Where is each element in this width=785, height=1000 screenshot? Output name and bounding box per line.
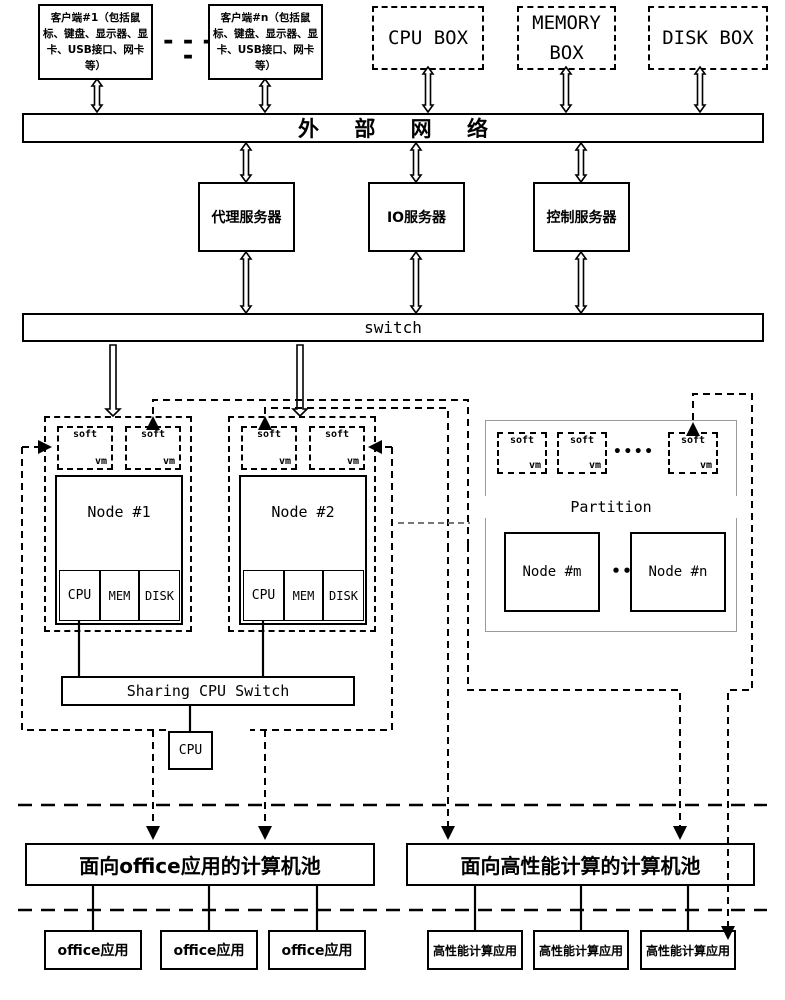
node-2-mem-label: MEM bbox=[292, 588, 315, 603]
node-n-label: Node #n bbox=[648, 564, 708, 580]
office-app-3: office应用 bbox=[268, 930, 366, 970]
node-2-vm-2-soft-label: soft bbox=[324, 429, 350, 440]
node-2-cpu-label: CPU bbox=[251, 588, 276, 603]
hpc-app-1: 高性能计算应用 bbox=[427, 930, 523, 970]
cpu-box-label: CPU BOX bbox=[387, 27, 469, 49]
sharing-cpu-switch: Sharing CPU Switch bbox=[61, 676, 355, 706]
hollow-arrows-switch bbox=[239, 250, 588, 315]
client-box-n: 客户端#n（包括鼠标、键盘、显示器、显卡、USB接口、网卡等） bbox=[208, 4, 323, 80]
proxy-server: 代理服务器 bbox=[198, 182, 295, 252]
node-1-vm-2-vm-label: vm bbox=[162, 456, 175, 467]
control-server-label: 控制服务器 bbox=[546, 210, 617, 226]
memory-box: MEMORY BOX bbox=[517, 6, 616, 70]
partition-label: Partition bbox=[570, 498, 652, 516]
node-1-vm-2-soft-label: soft bbox=[140, 429, 166, 440]
office-app-3-label: office应用 bbox=[281, 943, 353, 959]
shared-cpu-label: CPU bbox=[178, 743, 203, 758]
node-1-disk-label: DISK bbox=[145, 588, 174, 603]
partition-vm-2: soft vm bbox=[557, 432, 607, 474]
office-pool: 面向office应用的计算机池 bbox=[25, 843, 375, 886]
partition-vm-1: soft vm bbox=[497, 432, 547, 474]
external-network-bar: 外 部 网 络 bbox=[22, 113, 764, 143]
node-2-disk-label: DISK bbox=[329, 588, 358, 603]
disk-box: DISK BOX bbox=[648, 6, 768, 70]
hpc-app-2: 高性能计算应用 bbox=[533, 930, 629, 970]
partition-label-wrap: Partition bbox=[485, 496, 737, 518]
client-box-1: 客户端#1（包括鼠标、键盘、显示器、显卡、USB接口、网卡等） bbox=[38, 4, 153, 80]
hollow-arrows-servers bbox=[239, 141, 588, 184]
node-1-mem: MEM bbox=[100, 570, 139, 621]
node-1-cpu-label: CPU bbox=[67, 588, 92, 603]
node-n: Node #n bbox=[630, 532, 726, 612]
partition-vm-1-vm-label: vm bbox=[528, 460, 541, 471]
io-server-label: IO服务器 bbox=[386, 210, 447, 226]
shared-cpu-box: CPU bbox=[168, 731, 213, 770]
node-m: Node #m bbox=[504, 532, 600, 612]
node-1-vm-2: soft vm bbox=[125, 426, 181, 470]
client-box-n-label: 客户端#n（包括鼠标、键盘、显示器、显卡、USB接口、网卡等） bbox=[213, 12, 318, 72]
partition-vm-3-soft-label: soft bbox=[680, 435, 706, 446]
node-1-vm-1: soft vm bbox=[57, 426, 113, 470]
memory-box-label: MEMORY BOX bbox=[532, 12, 601, 64]
node-2-vm-1-vm-label: vm bbox=[278, 456, 291, 467]
hpc-app-3-label: 高性能计算应用 bbox=[645, 943, 730, 958]
control-server: 控制服务器 bbox=[533, 182, 630, 252]
diagram-canvas: 客户端#1（包括鼠标、键盘、显示器、显卡、USB接口、网卡等） ▬ ▬ ▬ ▬ … bbox=[0, 0, 785, 1000]
office-app-2-label: office应用 bbox=[173, 943, 245, 959]
hpc-app-1-label: 高性能计算应用 bbox=[432, 943, 517, 958]
node-1-label: Node #1 bbox=[87, 503, 151, 521]
cpu-box: CPU BOX bbox=[372, 6, 484, 70]
hpc-app-2-label: 高性能计算应用 bbox=[538, 943, 623, 958]
external-network-label: 外 部 网 络 bbox=[298, 117, 502, 141]
hollow-arrows-nodes bbox=[104, 344, 309, 418]
client-box-1-label: 客户端#1（包括鼠标、键盘、显示器、显卡、USB接口、网卡等） bbox=[43, 12, 148, 72]
node-1-disk: DISK bbox=[139, 570, 180, 621]
node-2-cpu: CPU bbox=[243, 570, 284, 621]
node-2-disk: DISK bbox=[323, 570, 364, 621]
node-m-label: Node #m bbox=[522, 564, 582, 580]
partition-vm-3-vm-label: vm bbox=[699, 460, 712, 471]
client-ellipsis: ▬ ▬ ▬ ▬ bbox=[164, 34, 214, 64]
partition-vm-ellipsis: •••• bbox=[613, 444, 655, 460]
node-2-vm-2: soft vm bbox=[309, 426, 365, 470]
office-app-1: office应用 bbox=[44, 930, 142, 970]
node-1-mem-label: MEM bbox=[108, 588, 131, 603]
disk-box-label: DISK BOX bbox=[662, 27, 754, 49]
node-1-vm-1-soft-label: soft bbox=[72, 429, 98, 440]
hpc-app-3: 高性能计算应用 bbox=[640, 930, 736, 970]
node-1-vm-1-vm-label: vm bbox=[94, 456, 107, 467]
partition-vm-2-vm-label: vm bbox=[588, 460, 601, 471]
sharing-cpu-switch-label: Sharing CPU Switch bbox=[126, 682, 290, 700]
office-app-2: office应用 bbox=[160, 930, 258, 970]
node-2-label: Node #2 bbox=[271, 503, 335, 521]
node-2-mem: MEM bbox=[284, 570, 323, 621]
switch-label: switch bbox=[364, 318, 422, 337]
io-server: IO服务器 bbox=[368, 182, 465, 252]
node-2-vm-1: soft vm bbox=[241, 426, 297, 470]
office-pool-label: 面向office应用的计算机池 bbox=[79, 854, 321, 878]
hpc-pool-label: 面向高性能计算的计算机池 bbox=[460, 854, 701, 878]
proxy-server-label: 代理服务器 bbox=[211, 210, 282, 226]
office-app-1-label: office应用 bbox=[57, 943, 129, 959]
node-1-cpu: CPU bbox=[59, 570, 100, 621]
solid-pool-app-links bbox=[91, 886, 690, 930]
node-2-vm-1-soft-label: soft bbox=[256, 429, 282, 440]
partition-vm-3: soft vm bbox=[668, 432, 718, 474]
node-2-vm-2-vm-label: vm bbox=[346, 456, 359, 467]
partition-vm-2-soft-label: soft bbox=[569, 435, 595, 446]
switch-bar: switch bbox=[22, 313, 764, 342]
partition-vm-1-soft-label: soft bbox=[509, 435, 535, 446]
hollow-arrows-network bbox=[90, 65, 707, 114]
hpc-pool: 面向高性能计算的计算机池 bbox=[406, 843, 755, 886]
